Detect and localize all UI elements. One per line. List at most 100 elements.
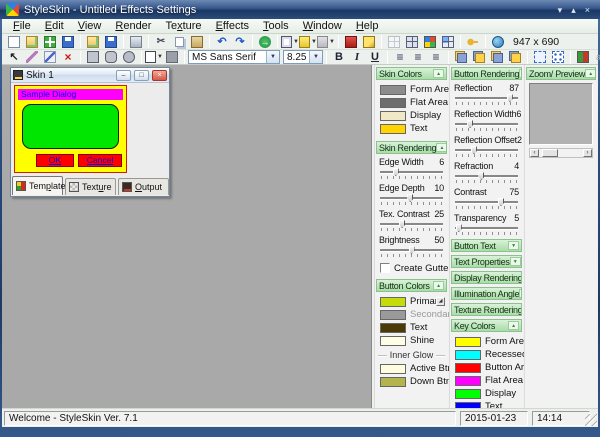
slider-thumb[interactable] xyxy=(507,94,513,102)
tab-texture[interactable]: Texture xyxy=(65,178,116,195)
color-swatch[interactable] xyxy=(380,111,406,121)
slider-thumb[interactable] xyxy=(456,224,462,232)
print-button[interactable] xyxy=(127,34,145,49)
color-swatch[interactable] xyxy=(380,336,406,346)
close-button-icon[interactable]: × xyxy=(585,4,590,16)
font-family-combo[interactable]: MS Sans Serif ▼ xyxy=(188,50,280,64)
panel-header-zoom-preview[interactable]: Zoom/ Preview ▲ xyxy=(526,67,596,80)
slider-track[interactable] xyxy=(380,168,443,176)
zoom-scrollbar[interactable]: ‹ › xyxy=(529,148,593,158)
align-right-button[interactable]: ≡ xyxy=(427,50,445,65)
ellipse-tool-button[interactable] xyxy=(120,50,138,65)
skin-color-display[interactable]: Display xyxy=(375,109,448,122)
checkbox-box[interactable] xyxy=(380,263,390,273)
menu-texture[interactable]: Texture xyxy=(158,20,208,32)
color-swatch[interactable] xyxy=(380,297,406,307)
skin1-window[interactable]: Skin 1 – □ × Sample Dialog OK Cancel xyxy=(10,67,170,197)
color-swatch[interactable] xyxy=(455,363,481,373)
transform-button[interactable] xyxy=(549,50,567,65)
color-swatch[interactable] xyxy=(380,377,406,387)
color-swatch[interactable] xyxy=(380,124,406,134)
scroll-left-icon[interactable]: ‹ xyxy=(530,149,539,157)
menu-edit[interactable]: Edit xyxy=(38,20,71,32)
expand-icon[interactable]: ▼ xyxy=(510,257,521,266)
slider-track[interactable] xyxy=(455,94,518,102)
slider-thumb[interactable] xyxy=(498,198,504,206)
import-button[interactable] xyxy=(84,34,102,49)
render-button[interactable]: → xyxy=(256,34,274,49)
skin-color-flat-area[interactable]: Flat Area xyxy=(375,96,448,109)
grid-hide-button[interactable] xyxy=(385,34,403,49)
chevron-down-icon[interactable]: ▼ xyxy=(309,51,322,63)
collapse-icon[interactable]: ▲ xyxy=(436,143,447,152)
color-swatch[interactable] xyxy=(380,98,406,108)
slider-track[interactable] xyxy=(455,224,518,232)
menu-render[interactable]: Render xyxy=(108,20,158,32)
resize-grip[interactable] xyxy=(585,414,597,426)
color-swatch[interactable] xyxy=(380,85,406,95)
insert-image-button[interactable] xyxy=(574,50,592,65)
tab-template[interactable]: Template xyxy=(12,176,63,195)
panel-header-skin-colors[interactable]: Skin Colors ▲ xyxy=(376,67,447,80)
key-color-flat-area[interactable]: Flat Area xyxy=(450,374,523,387)
menu-tools[interactable]: Tools xyxy=(256,20,296,32)
maximize-button-icon[interactable]: ▴ xyxy=(571,4,576,16)
collapse-icon[interactable]: ▲ xyxy=(508,321,519,330)
menu-window[interactable]: Window xyxy=(296,20,349,32)
key-color-display[interactable]: Display xyxy=(450,387,523,400)
slider-track[interactable] xyxy=(380,246,443,254)
primary-options-button[interactable]: ◢ xyxy=(436,297,445,306)
menu-help[interactable]: Help xyxy=(349,20,386,32)
align-left-button[interactable]: ≡ xyxy=(391,50,409,65)
shape-edit-button[interactable] xyxy=(41,50,59,65)
key-color-form-area[interactable]: Form Area xyxy=(450,335,523,348)
panel-header-button-colors[interactable]: Button Colors ▲ xyxy=(376,279,447,292)
button-color-primary[interactable]: Primary ◢ xyxy=(375,295,448,308)
skin1-minimize-button[interactable]: – xyxy=(116,70,131,81)
align-center-button[interactable]: ≡ xyxy=(409,50,427,65)
bring-to-front-button[interactable] xyxy=(452,50,470,65)
collapse-icon[interactable]: ▲ xyxy=(433,281,444,290)
skin-color-text[interactable]: Text xyxy=(375,122,448,135)
font-size-combo[interactable]: 8.25 ▼ xyxy=(283,50,323,64)
button-color-text[interactable]: Text xyxy=(375,321,448,334)
color-swatch[interactable] xyxy=(455,337,481,347)
slider-track[interactable] xyxy=(455,198,518,206)
bring-forward-button[interactable] xyxy=(488,50,506,65)
glow-active-btns[interactable]: Active Btns xyxy=(375,362,448,375)
slider-thumb[interactable] xyxy=(471,146,477,154)
draw-tool-button[interactable] xyxy=(23,50,41,65)
skin-color-form-area[interactable]: Form Area xyxy=(375,83,448,96)
menu-file[interactable]: File xyxy=(6,20,38,32)
select-region-button[interactable] xyxy=(531,50,549,65)
slider-track[interactable] xyxy=(455,120,518,128)
sample-ok-button[interactable]: OK xyxy=(36,154,74,167)
slider-thumb[interactable] xyxy=(393,168,399,176)
key-button[interactable] xyxy=(464,34,482,49)
send-to-back-button[interactable] xyxy=(470,50,488,65)
sample-dialog[interactable]: Sample Dialog OK Cancel xyxy=(14,85,127,173)
collapse-icon[interactable]: ▲ xyxy=(585,69,596,78)
rounded-rect-tool-button[interactable] xyxy=(102,50,120,65)
color-cells-button[interactable] xyxy=(421,34,439,49)
color-swatch[interactable] xyxy=(380,310,406,320)
tab-output[interactable]: Output xyxy=(118,178,169,195)
key-color-button-area[interactable]: Button Area xyxy=(450,361,523,374)
cell-blend-button[interactable] xyxy=(439,34,457,49)
panel-header-key-colors[interactable]: Key Colors ▲ xyxy=(451,319,522,332)
collapse-icon[interactable]: ▲ xyxy=(433,69,444,78)
delete-button[interactable]: × xyxy=(59,50,77,65)
pointer-tool-button[interactable]: ↖ xyxy=(5,50,23,65)
menu-effects[interactable]: Effects xyxy=(209,20,256,32)
slider-track[interactable] xyxy=(455,146,518,154)
rect-tool-button[interactable] xyxy=(84,50,102,65)
sample-dialog-display[interactable] xyxy=(22,104,119,149)
panel-header-skin-rendering[interactable]: Skin Rendering ▲ xyxy=(376,141,447,154)
color-swatch[interactable] xyxy=(380,364,406,374)
new-button[interactable] xyxy=(5,34,23,49)
minimize-button-icon[interactable]: ▾ xyxy=(558,4,563,16)
slider-track[interactable] xyxy=(380,220,443,228)
slider-thumb[interactable] xyxy=(478,172,484,180)
style-a-dropdown[interactable]: ▼ xyxy=(281,34,299,49)
fill-color-button[interactable] xyxy=(163,50,181,65)
